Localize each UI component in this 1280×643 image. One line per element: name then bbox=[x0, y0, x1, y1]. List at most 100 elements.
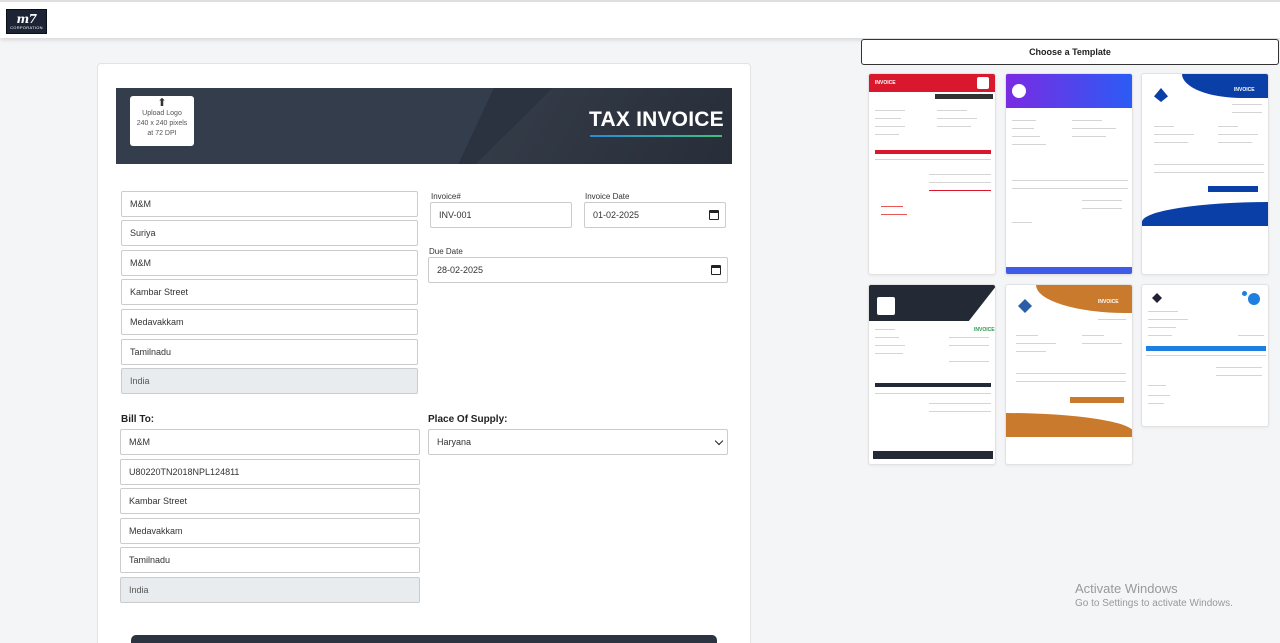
template-red-bar bbox=[935, 94, 993, 99]
template-orange-title: INVOICE bbox=[1098, 299, 1119, 305]
template-minimal-dot bbox=[1242, 291, 1247, 296]
from-name-field[interactable]: Suriya bbox=[121, 220, 418, 246]
template-thumb-red[interactable]: INVOICE bbox=[868, 73, 996, 275]
from-company-field[interactable]: M&M bbox=[121, 191, 418, 217]
template-purple-text-line bbox=[1082, 208, 1122, 209]
template-dark-text-line bbox=[949, 337, 989, 338]
template-dark-text-line bbox=[929, 403, 991, 404]
template-red-title: INVOICE bbox=[875, 80, 896, 86]
template-orange-logo bbox=[1018, 299, 1032, 313]
template-orange-text-line bbox=[1016, 351, 1046, 352]
template-blue-footer bbox=[1142, 202, 1268, 226]
from-city-field[interactable]: Medavakkam bbox=[121, 309, 418, 335]
from-street-field[interactable]: Kambar Street bbox=[121, 279, 418, 305]
template-dark-table-head bbox=[875, 383, 991, 387]
template-thumb-purple[interactable] bbox=[1005, 73, 1133, 275]
template-blue-text-line bbox=[1232, 112, 1262, 113]
template-orange-text-line bbox=[1016, 335, 1038, 336]
invoice-date-label: Invoice Date bbox=[585, 192, 630, 201]
items-section bbox=[120, 627, 726, 643]
template-dark-text-line bbox=[875, 353, 903, 354]
calendar-icon[interactable] bbox=[709, 210, 719, 220]
logo-subtext: CORPORATION bbox=[10, 25, 43, 30]
template-dark-text-line bbox=[875, 393, 991, 394]
bill-to-gstin-field[interactable]: U80220TN2018NPL124811 bbox=[120, 459, 420, 485]
template-red-logo bbox=[977, 77, 989, 89]
template-blue-total-bar bbox=[1208, 186, 1258, 192]
template-red-text-line bbox=[937, 110, 967, 111]
choose-template-header[interactable]: Choose a Template bbox=[861, 39, 1279, 65]
template-minimal-text-line bbox=[1148, 327, 1176, 328]
due-date-field[interactable]: 28-02-2025 bbox=[428, 257, 728, 283]
bill-to-state-field[interactable]: Tamilnadu bbox=[120, 547, 420, 573]
invoice-number-field[interactable]: INV-001 bbox=[430, 202, 572, 228]
template-blue-logo bbox=[1154, 88, 1168, 102]
template-minimal-text-line bbox=[1216, 375, 1262, 376]
company-logo[interactable]: m7 CORPORATION bbox=[6, 9, 47, 34]
invoice-number-label: Invoice# bbox=[431, 192, 461, 201]
upload-logo-size: 240 x 240 pixels bbox=[136, 120, 188, 127]
template-dark-footer bbox=[873, 451, 993, 459]
template-orange-text-line bbox=[1082, 343, 1122, 344]
items-table-header bbox=[131, 635, 717, 643]
template-purple-text-line bbox=[1072, 128, 1116, 129]
bill-to-label: Bill To: bbox=[121, 414, 155, 425]
template-red-text-line bbox=[875, 126, 905, 127]
activate-windows-watermark: Activate Windows Go to Settings to activ… bbox=[1075, 581, 1233, 609]
upload-logo-button[interactable]: ⬆ Upload Logo 240 x 240 pixels at 72 DPI bbox=[130, 96, 194, 146]
template-minimal-text-line bbox=[1148, 395, 1170, 396]
template-blue-text-line bbox=[1154, 126, 1174, 127]
template-minimal-text-line bbox=[1148, 385, 1166, 386]
template-purple-text-line bbox=[1012, 180, 1128, 181]
bill-to-street-field[interactable]: Kambar Street bbox=[120, 488, 420, 514]
template-minimal-text-line bbox=[1148, 311, 1178, 312]
template-orange-text-line bbox=[1098, 319, 1126, 320]
place-of-supply-value: Haryana bbox=[437, 437, 472, 447]
template-purple-text-line bbox=[1072, 120, 1102, 121]
template-thumb-dark[interactable]: INVOICE bbox=[868, 284, 996, 465]
template-red-text-line bbox=[875, 134, 899, 135]
bill-to-city-field[interactable]: Medavakkam bbox=[120, 518, 420, 544]
from-company2-field[interactable]: M&M bbox=[121, 250, 418, 276]
invoice-date-field[interactable]: 01-02-2025 bbox=[584, 202, 726, 228]
template-purple-text-line bbox=[1072, 136, 1106, 137]
calendar-icon[interactable] bbox=[711, 265, 721, 275]
template-red-text-line bbox=[881, 214, 907, 215]
bill-to-country-field: India bbox=[120, 577, 420, 603]
from-state-field[interactable]: Tamilnadu bbox=[121, 339, 418, 365]
template-purple-logo bbox=[1012, 84, 1026, 98]
place-of-supply-select[interactable]: Haryana bbox=[428, 429, 728, 455]
template-dark-text-line bbox=[875, 345, 905, 346]
template-dark-title: INVOICE bbox=[974, 327, 995, 333]
invoice-date-value: 01-02-2025 bbox=[593, 210, 640, 220]
template-red-text-line bbox=[929, 182, 991, 183]
template-orange-text-line bbox=[1082, 335, 1104, 336]
due-date-value: 28-02-2025 bbox=[437, 265, 484, 275]
template-dark-logo bbox=[877, 297, 895, 315]
template-thumb-blue[interactable]: INVOICE bbox=[1141, 73, 1269, 275]
template-minimal-table-head bbox=[1146, 346, 1266, 351]
template-dark-text-line bbox=[929, 411, 991, 412]
template-red-table-head bbox=[875, 150, 991, 154]
bill-to-company-field[interactable]: M&M bbox=[120, 429, 420, 455]
template-orange-text-line bbox=[1016, 343, 1056, 344]
template-blue-text-line bbox=[1232, 104, 1262, 105]
template-blue-text-line bbox=[1218, 126, 1238, 127]
template-thumb-minimal[interactable] bbox=[1141, 284, 1269, 427]
template-blue-title: INVOICE bbox=[1234, 87, 1255, 93]
template-thumb-orange[interactable]: INVOICE bbox=[1005, 284, 1133, 465]
template-red-text-line bbox=[875, 118, 901, 119]
watermark-title: Activate Windows bbox=[1075, 581, 1178, 596]
template-dark-text-line bbox=[875, 337, 899, 338]
due-date-label: Due Date bbox=[429, 247, 463, 256]
template-dark-text-line bbox=[949, 361, 989, 362]
template-orange-text-line bbox=[1016, 381, 1126, 382]
template-blue-text-line bbox=[1154, 134, 1194, 135]
chevron-down-icon bbox=[714, 436, 724, 446]
template-purple-text-line bbox=[1012, 222, 1032, 223]
upload-arrow-icon: ⬆ bbox=[157, 97, 167, 109]
template-purple-text-line bbox=[1012, 188, 1128, 189]
template-red-text-line bbox=[881, 206, 903, 207]
template-purple-footer bbox=[1006, 267, 1132, 274]
template-purple-text-line bbox=[1012, 128, 1034, 129]
